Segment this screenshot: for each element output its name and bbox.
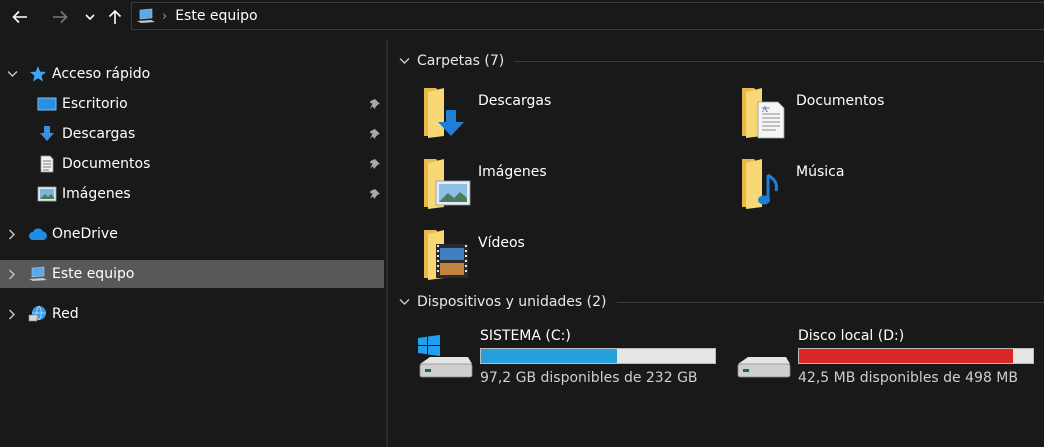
network-icon bbox=[28, 305, 48, 323]
group-divider-line bbox=[616, 301, 1044, 303]
windows-drive-icon bbox=[418, 335, 473, 378]
folder-music[interactable]: Música bbox=[740, 155, 1040, 219]
drive-free-space: 42,5 MB disponibles de 498 MB bbox=[798, 370, 1018, 386]
pictures-folder-icon bbox=[424, 159, 471, 209]
folder-pictures[interactable]: Imágenes bbox=[422, 155, 722, 219]
nav-label-desktop: Escritorio bbox=[62, 96, 128, 112]
drive-usage-fill bbox=[799, 349, 1014, 363]
forward-button[interactable] bbox=[49, 6, 71, 28]
this-pc-icon bbox=[136, 7, 156, 25]
navigation-bar: › Este equipo bbox=[0, 0, 1044, 34]
music-folder-icon bbox=[742, 159, 778, 209]
devices-group-header[interactable]: Dispositivos y unidades (2) bbox=[398, 292, 1044, 312]
chevron-down-icon[interactable] bbox=[398, 296, 410, 308]
back-button[interactable] bbox=[9, 6, 31, 28]
chevron-down-icon bbox=[85, 14, 95, 21]
desktop-icon bbox=[37, 95, 57, 113]
svg-text:A: A bbox=[761, 105, 768, 114]
nav-item-desktop[interactable]: Escritorio bbox=[0, 90, 384, 118]
pin-icon[interactable] bbox=[368, 97, 382, 111]
nav-label-pictures: Imágenes bbox=[62, 186, 131, 202]
cloud-icon bbox=[28, 225, 48, 243]
folder-downloads[interactable]: Descargas bbox=[422, 84, 722, 148]
chevron-down-icon[interactable] bbox=[6, 68, 18, 80]
chevron-right-icon[interactable] bbox=[6, 268, 18, 280]
chevron-right-icon[interactable] bbox=[6, 308, 18, 320]
documents-folder-icon: A bbox=[742, 88, 785, 139]
recent-locations-button[interactable] bbox=[79, 6, 101, 28]
drive-usage-fill bbox=[481, 349, 617, 363]
content-pane: Carpetas (7) Descargas A Documentos Imág… bbox=[388, 40, 1044, 447]
download-arrow-icon bbox=[37, 125, 57, 143]
arrow-up-icon bbox=[108, 9, 122, 24]
pin-icon[interactable] bbox=[368, 127, 382, 141]
folder-videos[interactable]: Vídeos bbox=[422, 226, 722, 290]
nav-item-onedrive[interactable]: OneDrive bbox=[0, 220, 384, 248]
drive-usage-bar bbox=[480, 348, 716, 364]
arrow-right-icon bbox=[53, 10, 68, 24]
star-icon bbox=[28, 65, 48, 83]
chevron-right-icon[interactable] bbox=[6, 228, 18, 240]
pin-icon[interactable] bbox=[368, 187, 382, 201]
navigation-pane: Acceso rápido Escritorio Descargas Docum… bbox=[0, 40, 386, 447]
chevron-down-icon[interactable] bbox=[398, 55, 410, 67]
this-pc-icon bbox=[28, 265, 48, 283]
up-button[interactable] bbox=[104, 6, 126, 28]
nav-item-pictures[interactable]: Imágenes bbox=[0, 180, 384, 208]
nav-item-downloads[interactable]: Descargas bbox=[0, 120, 384, 148]
breadcrumb-this-pc[interactable]: Este equipo bbox=[175, 8, 257, 24]
downloads-folder-icon bbox=[424, 88, 464, 138]
nav-item-network[interactable]: Red bbox=[0, 300, 384, 328]
document-icon bbox=[37, 155, 57, 173]
folder-label: Imágenes bbox=[478, 164, 547, 180]
videos-folder-icon bbox=[424, 230, 468, 280]
nav-label-network: Red bbox=[52, 306, 79, 322]
drive-usage-bar bbox=[798, 348, 1034, 364]
nav-label-documents: Documentos bbox=[62, 156, 151, 172]
folder-label: Descargas bbox=[478, 93, 552, 109]
nav-label-onedrive: OneDrive bbox=[52, 226, 118, 242]
picture-icon bbox=[37, 185, 57, 203]
folder-label: Música bbox=[796, 164, 845, 180]
drive-local-d[interactable]: Disco local (D:) 42,5 MB disponibles de … bbox=[734, 324, 1044, 394]
folder-label: Documentos bbox=[796, 93, 885, 109]
arrow-left-icon bbox=[12, 10, 27, 24]
pin-icon[interactable] bbox=[368, 157, 382, 171]
drive-name: Disco local (D:) bbox=[798, 328, 905, 344]
drive-free-space: 97,2 GB disponibles de 232 GB bbox=[480, 370, 698, 386]
nav-item-quick-access[interactable]: Acceso rápido bbox=[0, 60, 384, 88]
nav-item-documents[interactable]: Documentos bbox=[0, 150, 384, 178]
drive-name: SISTEMA (C:) bbox=[480, 328, 571, 344]
nav-label-quick-access: Acceso rápido bbox=[52, 66, 151, 82]
devices-group-title: Dispositivos y unidades (2) bbox=[417, 294, 607, 310]
folders-group-header[interactable]: Carpetas (7) bbox=[398, 51, 1044, 71]
group-divider-line bbox=[514, 60, 1044, 62]
folder-documents[interactable]: A Documentos bbox=[740, 84, 1040, 148]
hard-drive-icon bbox=[737, 357, 791, 378]
nav-item-this-pc[interactable]: Este equipo bbox=[0, 260, 384, 288]
folders-group-title: Carpetas (7) bbox=[417, 53, 505, 69]
address-bar[interactable]: › Este equipo bbox=[131, 2, 1044, 30]
nav-label-downloads: Descargas bbox=[62, 126, 136, 142]
breadcrumb-separator-icon: › bbox=[162, 8, 168, 24]
nav-label-this-pc: Este equipo bbox=[52, 266, 135, 282]
folder-label: Vídeos bbox=[478, 235, 525, 251]
drive-system-c[interactable]: SISTEMA (C:) 97,2 GB disponibles de 232 … bbox=[416, 324, 726, 394]
